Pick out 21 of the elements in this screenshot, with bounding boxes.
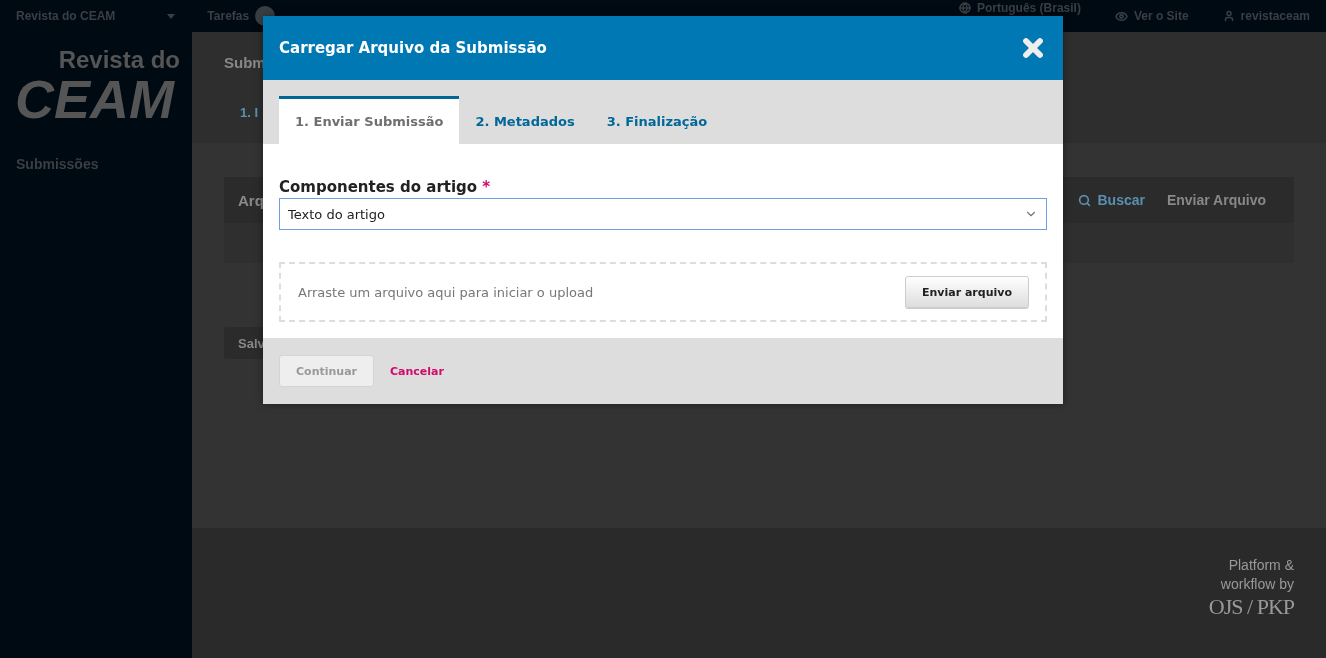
required-mark: * (482, 178, 490, 196)
upload-link[interactable]: Enviar Arquivo (1166, 192, 1266, 208)
drop-hint: Arraste um arquivo aqui para iniciar o upload (298, 284, 594, 300)
field-label: Componentes do artigo (279, 178, 478, 196)
step-tab[interactable]: 2. Metadados (459, 96, 591, 144)
eye-icon (1114, 9, 1128, 23)
pkp-brand: Platform & workflow by OJS / PKP (1208, 556, 1294, 621)
save-button[interactable]: Salv (224, 327, 264, 359)
search-icon (1078, 193, 1092, 207)
caret-down-icon (167, 13, 176, 19)
dialog-title: Carregar Arquivo da Submissão (279, 39, 547, 57)
step-tab[interactable]: 1. Enviar Submissão (279, 96, 460, 144)
step-tab[interactable]: 3. Finalização (590, 96, 724, 144)
component-select[interactable]: Texto do artigo (279, 198, 1047, 230)
cancel-link[interactable]: Cancelar (390, 364, 444, 378)
user-icon (1222, 10, 1235, 22)
globe-icon (958, 2, 971, 14)
upload-button[interactable]: Enviar arquivo (905, 276, 1029, 308)
journal-logo: Revista do CEAM (14, 48, 180, 126)
search-link[interactable]: Buscar (1078, 192, 1145, 208)
panel-title: Arq (238, 191, 265, 209)
